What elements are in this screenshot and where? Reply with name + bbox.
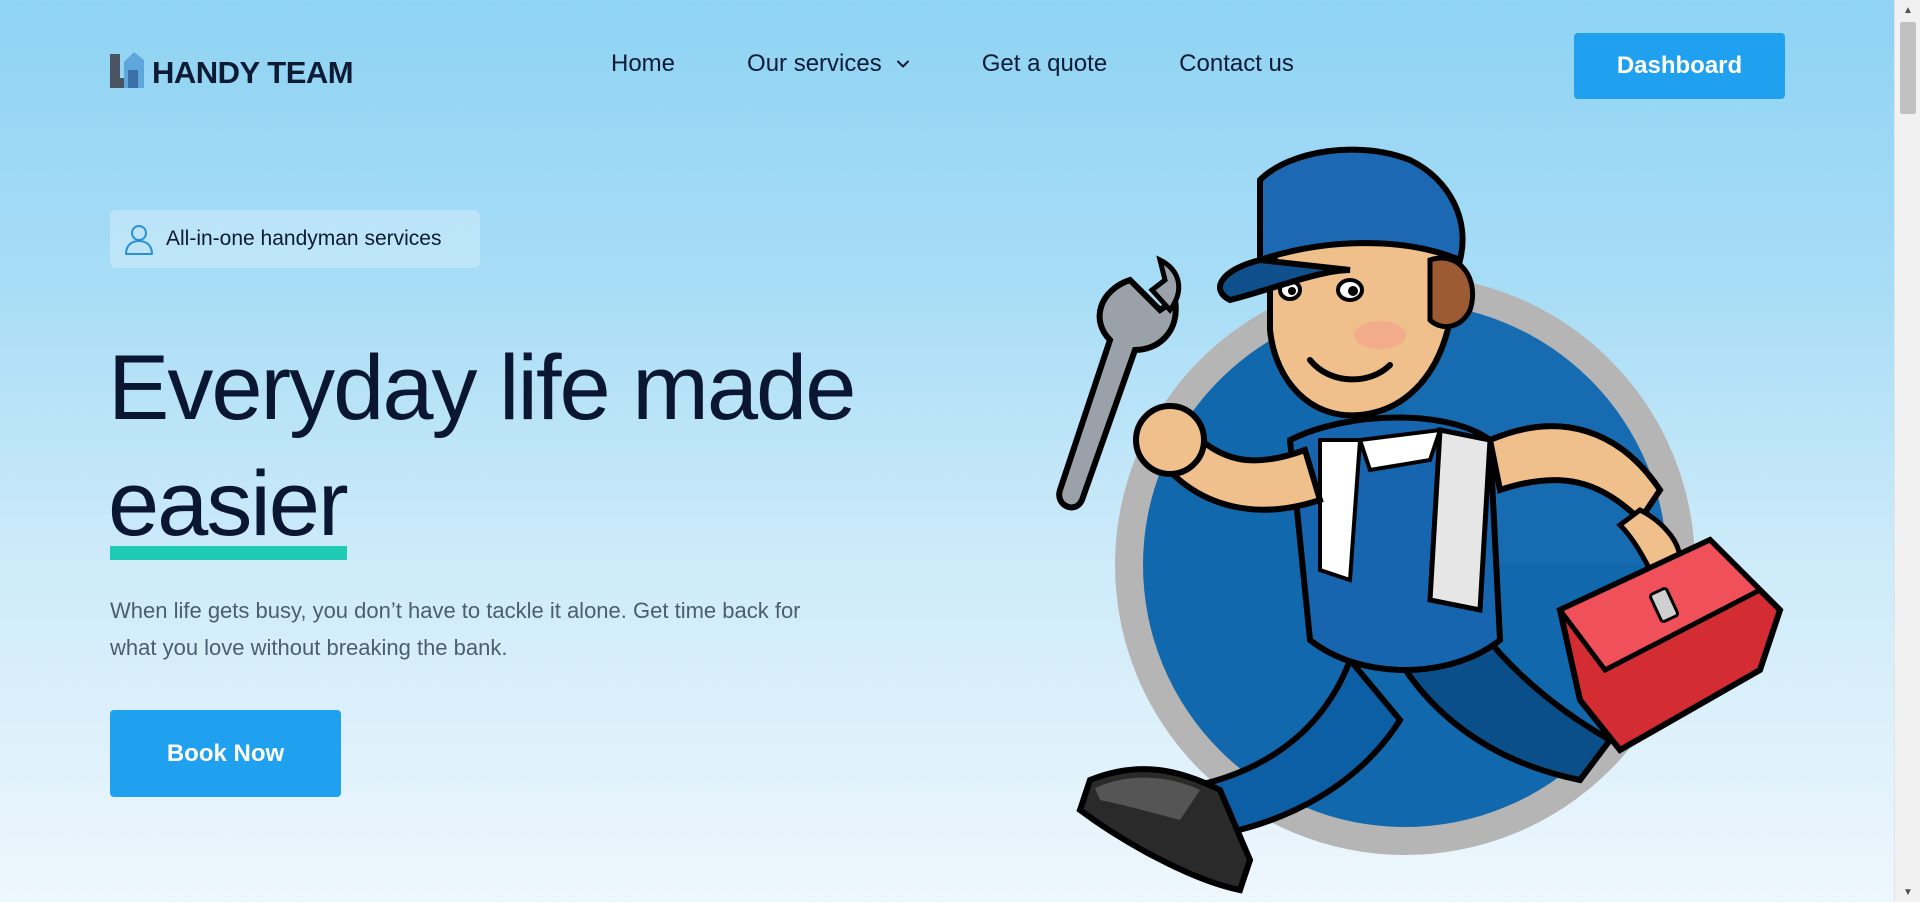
nav-get-a-quote[interactable]: Get a quote bbox=[982, 50, 1107, 78]
logo-text: HANDY TEAM bbox=[152, 55, 354, 90]
hero-badge: All-in-one handyman services bbox=[110, 210, 480, 268]
user-icon bbox=[125, 225, 153, 255]
chevron-down-icon bbox=[896, 60, 909, 68]
nav-contact-us[interactable]: Contact us bbox=[1179, 50, 1294, 78]
nav-get-a-quote-label: Get a quote bbox=[981, 50, 1108, 77]
hero-subtext: When life gets busy, you don’t have to t… bbox=[110, 598, 801, 660]
main-nav: Home Our services Get a quote Contact us bbox=[611, 50, 1294, 78]
dashboard-button[interactable]: Dashboard bbox=[1574, 33, 1785, 99]
scroll-up-arrow-icon[interactable]: ▲ bbox=[1895, 0, 1920, 20]
nav-our-services-label: Our services bbox=[747, 50, 882, 77]
nav-home-label: Home bbox=[611, 50, 676, 77]
hero-headline-highlight: easier bbox=[108, 446, 349, 562]
nav-our-services[interactable]: Our services bbox=[747, 50, 910, 78]
logo-icon bbox=[110, 52, 144, 88]
hero-badge-label: All-in-one handyman services bbox=[166, 227, 442, 250]
logo[interactable]: HANDY TEAM bbox=[110, 48, 354, 90]
page: HANDY TEAM Home Our services Get a quote… bbox=[0, 0, 1894, 902]
scrollbar-thumb[interactable] bbox=[1900, 22, 1916, 114]
hero-headline-line1: Everyday life made bbox=[108, 337, 856, 439]
nav-home[interactable]: Home bbox=[611, 50, 675, 78]
book-now-button[interactable]: Book Now bbox=[110, 710, 341, 797]
hero-headline: Everyday life made easier bbox=[108, 330, 856, 562]
scroll-down-arrow-icon[interactable]: ▼ bbox=[1895, 882, 1920, 902]
nav-contact-us-label: Contact us bbox=[1179, 50, 1294, 77]
vertical-scrollbar[interactable]: ▲ ▼ bbox=[1894, 0, 1920, 902]
handyman-mascot-illustration bbox=[1056, 146, 1784, 894]
